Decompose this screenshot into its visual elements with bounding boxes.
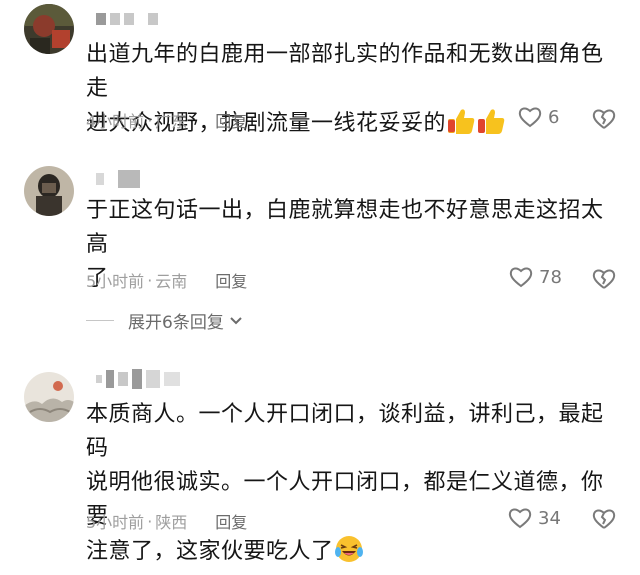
divider-line bbox=[86, 320, 114, 321]
reply-button[interactable]: 回复 bbox=[215, 509, 247, 533]
comment-text-line: 于正这句话一出，白鹿就算想走也不好意思走这招太高 bbox=[86, 198, 604, 257]
comment-text-line: 注意了，这家伙要吃人了 bbox=[86, 539, 334, 564]
broken-heart-icon bbox=[592, 269, 616, 289]
like-button[interactable]: 6 bbox=[518, 106, 559, 128]
separator-dot: · bbox=[147, 270, 153, 290]
laughing-tears-icon bbox=[334, 534, 364, 575]
comment-meta: 4小时前 · 广东 回复 bbox=[86, 108, 247, 132]
timestamp: 5小时前 bbox=[86, 272, 145, 291]
dislike-button[interactable] bbox=[592, 508, 616, 534]
expand-replies-label: 展开6条回复 bbox=[128, 313, 224, 333]
broken-heart-icon bbox=[592, 509, 616, 529]
dislike-button[interactable] bbox=[592, 268, 616, 294]
reply-button[interactable]: 回复 bbox=[215, 268, 247, 292]
avatar[interactable] bbox=[24, 166, 74, 216]
expand-replies-button[interactable]: 展开6条回复 bbox=[86, 308, 244, 333]
location: 广东 bbox=[155, 112, 188, 131]
timestamp: 5小时前 bbox=[86, 513, 145, 532]
like-count: 34 bbox=[538, 507, 561, 529]
avatar[interactable] bbox=[24, 372, 74, 422]
separator-dot: · bbox=[147, 110, 153, 130]
like-count: 6 bbox=[548, 106, 560, 128]
heart-icon bbox=[508, 508, 532, 529]
location: 云南 bbox=[155, 272, 188, 291]
reply-button[interactable]: 回复 bbox=[215, 108, 247, 132]
heart-icon bbox=[509, 267, 533, 288]
comment-meta: 5小时前 · 云南 回复 bbox=[86, 268, 247, 292]
broken-heart-icon bbox=[592, 109, 616, 129]
separator-dot: · bbox=[147, 511, 153, 531]
chevron-down-icon bbox=[230, 316, 242, 324]
like-button[interactable]: 78 bbox=[509, 266, 562, 288]
heart-icon bbox=[518, 107, 542, 128]
timestamp: 4小时前 bbox=[86, 112, 145, 131]
avatar[interactable] bbox=[24, 4, 74, 54]
location: 陕西 bbox=[155, 513, 188, 532]
username-redacted[interactable] bbox=[96, 369, 180, 389]
dislike-button[interactable] bbox=[592, 108, 616, 134]
comment-meta: 5小时前 · 陕西 回复 bbox=[86, 509, 247, 533]
username-redacted[interactable] bbox=[96, 12, 158, 26]
like-button[interactable]: 34 bbox=[508, 507, 561, 529]
comment-text-line: 本质商人。一个人开口闭口，谈利益，讲利己，最起码 bbox=[86, 402, 604, 461]
like-count: 78 bbox=[539, 266, 562, 288]
comment-text: 本质商人。一个人开口闭口，谈利益，讲利己，最起码 说明他很诚实。一个人开口闭口，… bbox=[86, 398, 606, 575]
thumbs-up-icon bbox=[446, 106, 506, 147]
comment-text-line: 出道九年的白鹿用一部部扎实的作品和无数出圈角色走 bbox=[86, 42, 604, 101]
username-redacted[interactable] bbox=[96, 170, 140, 188]
